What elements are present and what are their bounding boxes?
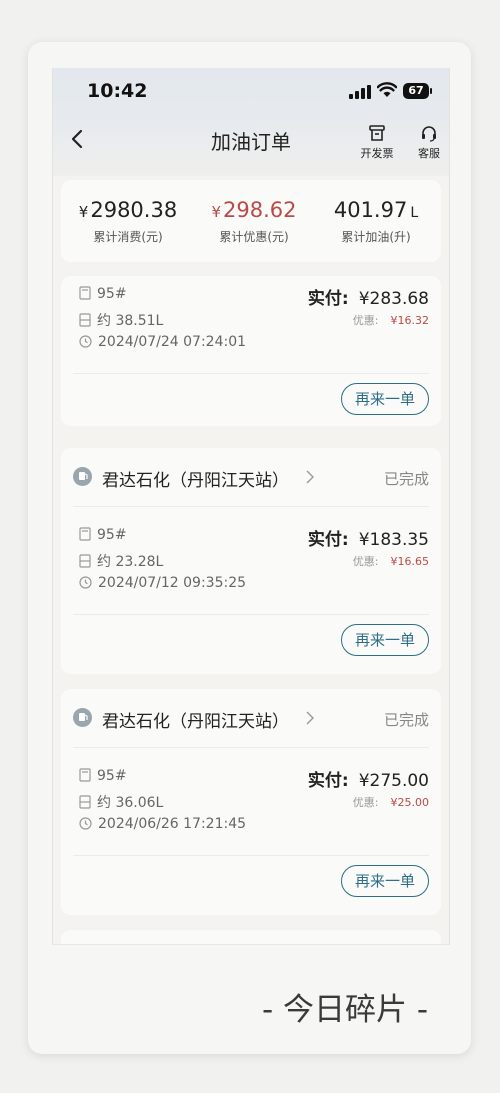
station-row[interactable]: 君达石化（丹阳江天站） 已完成 bbox=[61, 448, 441, 506]
order-status: 已完成 bbox=[383, 470, 429, 488]
paid-amount-row: 实付: ¥283.68 bbox=[308, 284, 429, 309]
datetime-line: 2024/07/12 09:35:25 bbox=[79, 575, 246, 591]
fuel-grade: 95# bbox=[97, 527, 127, 543]
discount-amount: ¥25.00 bbox=[390, 796, 430, 809]
paid-label: 实付: bbox=[307, 771, 349, 791]
summary-savings: ¥298.62 累计优惠(元) bbox=[191, 198, 317, 245]
invoice-label: 开发票 bbox=[360, 147, 394, 160]
savings-value: 298.62 bbox=[223, 198, 297, 222]
fuel-grade-line: 95# bbox=[79, 768, 127, 784]
fuel-gauge-icon bbox=[79, 554, 91, 568]
paid-amount-row: 实付: ¥275.00 bbox=[308, 766, 429, 791]
document-icon bbox=[79, 527, 91, 541]
order-card[interactable] bbox=[61, 930, 441, 944]
document-icon bbox=[79, 286, 91, 300]
order-card[interactable]: 95# 约 38.51L 2024/07/24 07:24:01 实付: ¥283… bbox=[61, 276, 441, 426]
divider bbox=[73, 506, 429, 507]
order-datetime: 2024/07/12 09:35:25 bbox=[98, 575, 247, 591]
datetime-line: 2024/07/24 07:24:01 bbox=[79, 334, 246, 350]
discount-row: 优惠: ¥16.65 bbox=[353, 553, 429, 569]
fuel-label: 累计加油(升) bbox=[341, 230, 411, 244]
invoice-button[interactable]: 开发票 bbox=[357, 124, 397, 161]
invoice-icon bbox=[369, 125, 385, 141]
fuel-pump-icon bbox=[73, 467, 92, 486]
document-icon bbox=[79, 768, 91, 782]
fuel-grade-line: 95# bbox=[79, 527, 127, 543]
paid-amount: ¥183.35 bbox=[358, 530, 429, 550]
station-name[interactable]: 君达石化（丹阳江天站） bbox=[102, 466, 289, 491]
summary-spend: ¥2980.38 累计消费(元) bbox=[65, 198, 191, 245]
fuel-grade: 95# bbox=[97, 768, 127, 784]
volume-line: 约 23.28L bbox=[79, 551, 163, 571]
spend-value: 2980.38 bbox=[90, 198, 178, 222]
volume-line: 约 38.51L bbox=[79, 310, 163, 330]
clock-icon bbox=[79, 817, 92, 830]
summary-card: ¥2980.38 累计消费(元) ¥298.62 累计优惠(元) 401.97 L… bbox=[61, 180, 441, 262]
station-name[interactable]: 君达石化（丹阳江天站） bbox=[102, 707, 289, 732]
paid-amount: ¥275.00 bbox=[358, 771, 429, 791]
wifi-icon bbox=[377, 82, 397, 97]
reorder-button[interactable]: 再来一单 bbox=[341, 624, 429, 656]
fuel-volume: 约 36.06L bbox=[97, 795, 164, 811]
clock-icon bbox=[79, 335, 92, 348]
customer-service-button[interactable]: 客服 bbox=[409, 124, 449, 161]
order-card[interactable]: 君达石化（丹阳江天站） 已完成 95# 约 23.28L 2024/07/12 … bbox=[61, 448, 441, 674]
chevron-right-icon[interactable] bbox=[305, 470, 315, 484]
discount-label: 优惠: bbox=[352, 314, 379, 327]
fuel-grade-line: 95# bbox=[79, 286, 127, 302]
headset-icon bbox=[422, 126, 436, 142]
fuel-unit: L bbox=[410, 205, 419, 221]
volume-line: 约 36.06L bbox=[79, 792, 163, 812]
fuel-gauge-icon bbox=[79, 795, 91, 809]
discount-row: 优惠: ¥16.32 bbox=[353, 312, 429, 328]
fuel-value: 401.97 bbox=[333, 198, 408, 222]
order-card[interactable]: 君达石化（丹阳江天站） 已完成 95# 约 36.06L 2024/06/26 … bbox=[61, 689, 441, 915]
fuel-gauge-icon bbox=[79, 313, 91, 327]
paid-amount: ¥283.68 bbox=[358, 289, 429, 309]
cellular-signal-icon bbox=[349, 85, 371, 99]
discount-label: 优惠: bbox=[352, 796, 379, 809]
station-row[interactable]: 君达石化（丹阳江天站） 已完成 bbox=[61, 689, 441, 747]
phone-screen: 10:42 67 加油订单 开发票 客服 ¥2980.38 累计消费(元) ¥2… bbox=[52, 68, 450, 945]
status-time: 10:42 bbox=[87, 80, 148, 102]
discount-label: 优惠: bbox=[352, 555, 379, 568]
currency-symbol: ¥ bbox=[211, 203, 222, 221]
clock-icon bbox=[79, 576, 92, 589]
chevron-right-icon[interactable] bbox=[305, 711, 315, 725]
paid-label: 实付: bbox=[307, 530, 349, 550]
divider bbox=[73, 747, 429, 748]
watermark: - 今日碎片 - bbox=[262, 992, 429, 1028]
currency-symbol: ¥ bbox=[78, 203, 89, 221]
nav-bar: 加油订单 开发票 客服 bbox=[53, 114, 449, 176]
fuel-volume: 约 23.28L bbox=[97, 554, 164, 570]
fuel-grade: 95# bbox=[97, 286, 127, 302]
reorder-button[interactable]: 再来一单 bbox=[341, 383, 429, 415]
fuel-pump-icon bbox=[73, 708, 92, 727]
reorder-button[interactable]: 再来一单 bbox=[341, 865, 429, 897]
savings-label: 累计优惠(元) bbox=[219, 230, 289, 244]
service-label: 客服 bbox=[418, 147, 440, 160]
discount-amount: ¥16.32 bbox=[390, 314, 430, 327]
summary-fuel: 401.97 L 累计加油(升) bbox=[313, 198, 439, 245]
order-datetime: 2024/06/26 17:21:45 bbox=[98, 816, 247, 832]
divider bbox=[73, 373, 429, 374]
order-status: 已完成 bbox=[383, 711, 429, 729]
order-datetime: 2024/07/24 07:24:01 bbox=[98, 334, 247, 350]
datetime-line: 2024/06/26 17:21:45 bbox=[79, 816, 246, 832]
paid-label: 实付: bbox=[307, 289, 349, 309]
status-bar: 10:42 67 bbox=[53, 68, 449, 114]
divider bbox=[73, 614, 429, 615]
divider bbox=[73, 855, 429, 856]
discount-amount: ¥16.65 bbox=[390, 555, 430, 568]
paid-amount-row: 实付: ¥183.35 bbox=[308, 525, 429, 550]
fuel-volume: 约 38.51L bbox=[97, 313, 164, 329]
spend-label: 累计消费(元) bbox=[93, 230, 163, 244]
discount-row: 优惠: ¥25.00 bbox=[353, 794, 429, 810]
battery-icon: 67 bbox=[403, 83, 432, 99]
